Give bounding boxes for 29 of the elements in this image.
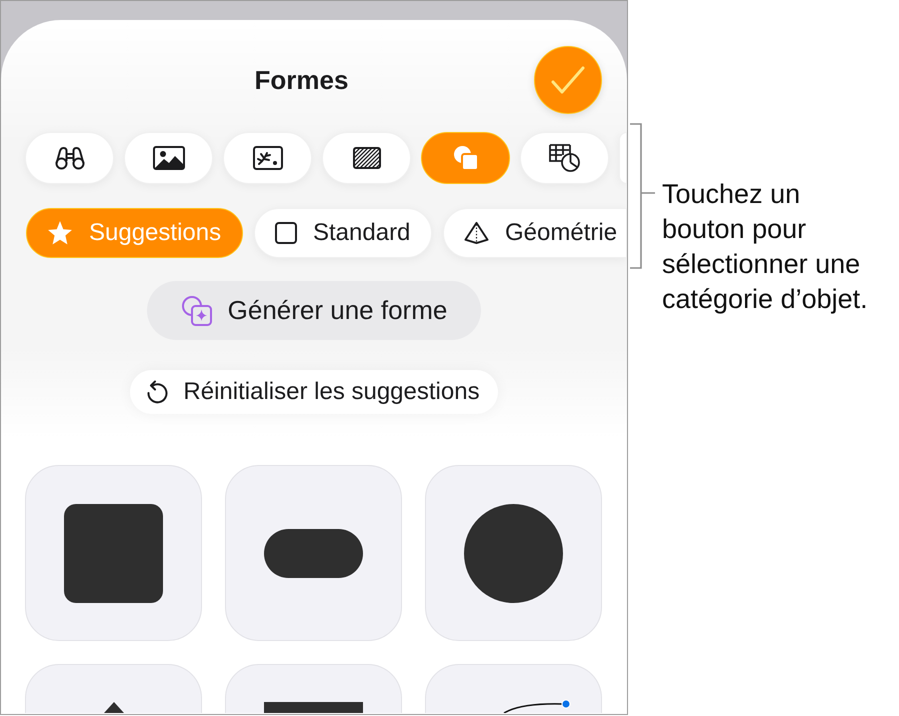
shape-tile[interactable] [225, 465, 402, 641]
photo-icon [152, 146, 184, 170]
rounded-square-icon [64, 504, 163, 602]
shape-tile[interactable] [225, 664, 402, 713]
sheet-title: Formes [254, 67, 348, 93]
category-tab[interactable]: Standard [254, 208, 432, 258]
shapes-icon [452, 145, 478, 171]
rectangle-icon [264, 702, 363, 713]
hatched-rectangle-icon [352, 147, 380, 169]
reset-suggestions-button[interactable]: Réinitialiser les suggestions [130, 370, 498, 414]
table-chart-icon [548, 144, 580, 172]
checkmark-icon [551, 66, 585, 94]
category-tab[interactable]: Géométrie [443, 208, 627, 258]
sparkle-shapes-icon [182, 296, 212, 326]
square-icon [275, 222, 297, 244]
pyramid-icon [464, 221, 489, 245]
shape-tile[interactable] [25, 664, 202, 713]
binoculars-icon [54, 146, 84, 170]
pill-shape-icon [264, 528, 363, 578]
shape-tile[interactable] [425, 664, 602, 713]
generate-shape-button[interactable]: Générer une forme [146, 281, 482, 340]
shape-tile[interactable] [25, 465, 202, 641]
counterclockwise-arrow-icon [146, 380, 168, 404]
callout-text: Touchez un bouton pour sélectionner une catégorie d’objet. [662, 178, 869, 316]
shape-tile[interactable] [425, 465, 602, 641]
triangle-icon [104, 702, 124, 713]
leaf-frame-icon [252, 146, 282, 170]
star-icon [47, 220, 73, 246]
curve-with-handle-icon [502, 700, 570, 713]
